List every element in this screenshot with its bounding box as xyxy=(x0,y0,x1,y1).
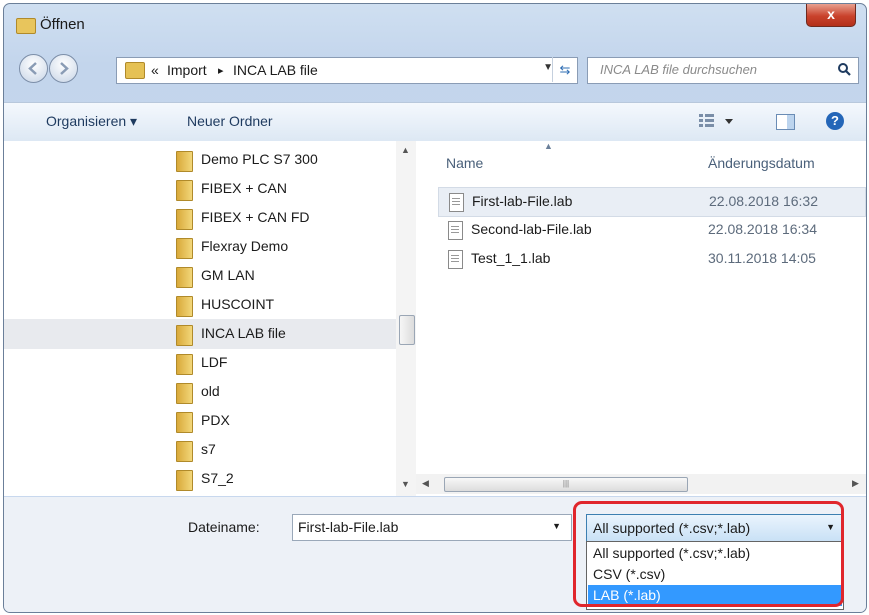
folder-icon xyxy=(125,62,145,79)
vertical-scrollbar[interactable]: ▲ ▼ xyxy=(396,141,416,496)
tree-item-folder[interactable]: GM LAN xyxy=(4,261,396,291)
tree-item-label: GM LAN xyxy=(201,267,255,283)
search-placeholder: INCA LAB file durchsuchen xyxy=(600,62,758,77)
address-overflow[interactable]: « xyxy=(151,62,159,78)
horizontal-scrollbar[interactable]: ◀ ||| ▶ xyxy=(416,474,866,494)
tree-item-label: FIBEX + CAN xyxy=(201,180,287,196)
scroll-up-icon[interactable]: ▲ xyxy=(401,145,410,155)
folder-icon xyxy=(176,470,193,491)
tree-item-folder[interactable]: HUSCOINT xyxy=(4,290,396,320)
tree-item-folder[interactable]: FIBEX + CAN xyxy=(4,174,396,204)
file-icon xyxy=(448,221,463,240)
tree-item-folder[interactable]: S7_2 xyxy=(4,464,396,494)
folder-icon xyxy=(176,151,193,172)
navigation-row: « Import ▸ INCA LAB file ▼ ⇆ INCA LAB fi… xyxy=(4,48,866,88)
tree-item-label: old xyxy=(201,383,220,399)
tree-item-folder[interactable]: Flexray Demo xyxy=(4,232,396,262)
back-button[interactable] xyxy=(19,54,48,83)
folder-icon xyxy=(16,18,36,34)
filename-field[interactable]: First-lab-File.lab ▼ xyxy=(292,514,572,541)
refresh-icon: ⇆ xyxy=(559,62,571,77)
column-header-date[interactable]: Änderungsdatum xyxy=(708,155,815,171)
tree-item-folder[interactable]: PDX xyxy=(4,406,396,436)
tree-item-label: Flexray Demo xyxy=(201,238,289,254)
tree-item-label: s7 xyxy=(201,441,216,457)
file-name: Second-lab-File.lab xyxy=(471,221,592,237)
view-list-icon xyxy=(699,114,733,127)
filename-label: Dateiname: xyxy=(188,519,260,535)
command-bar: Organisieren ▾ Neuer Ordner ? xyxy=(4,102,866,142)
breadcrumb-import[interactable]: Import xyxy=(167,62,207,78)
address-bar[interactable]: « Import ▸ INCA LAB file ▼ xyxy=(116,57,578,84)
search-icon[interactable] xyxy=(837,62,852,77)
file-row[interactable]: Test_1_1.lab 30.11.2018 14:05 xyxy=(438,245,864,273)
file-icon xyxy=(448,250,463,269)
search-input[interactable]: INCA LAB file durchsuchen xyxy=(587,57,859,84)
close-button[interactable]: x xyxy=(806,4,856,27)
filename-value[interactable]: First-lab-File.lab xyxy=(298,519,398,535)
tree-item-label: Demo PLC S7 300 xyxy=(201,151,318,167)
file-date: 22.08.2018 16:32 xyxy=(709,193,818,209)
window-title: Öffnen xyxy=(40,16,85,33)
tree-item-folder[interactable]: s7 xyxy=(4,435,396,465)
file-row[interactable]: Second-lab-File.lab 22.08.2018 16:34 xyxy=(438,216,864,244)
help-icon[interactable]: ? xyxy=(826,112,844,130)
tree-item-label: INCA LAB file xyxy=(201,325,286,341)
forward-button[interactable] xyxy=(49,54,78,83)
breadcrumb-inca-lab-file[interactable]: INCA LAB file xyxy=(233,62,318,78)
file-row[interactable]: First-lab-File.lab 22.08.2018 16:32 xyxy=(438,187,866,217)
tree-item-folder[interactable]: FIBEX + CAN FD xyxy=(4,203,396,233)
folder-icon xyxy=(176,441,193,462)
tree-item-label: PDX xyxy=(201,412,230,428)
tree-item-label: FIBEX + CAN FD xyxy=(201,209,310,225)
scroll-thumb[interactable]: ||| xyxy=(444,477,688,492)
arrow-right-icon xyxy=(60,62,69,75)
folder-icon xyxy=(176,354,193,375)
file-icon xyxy=(449,193,464,212)
folder-icon xyxy=(176,296,193,317)
title-bar: Öffnen x xyxy=(4,4,866,44)
scroll-down-icon[interactable]: ▼ xyxy=(401,479,410,489)
sort-up-icon: ▲ xyxy=(544,141,553,151)
column-header-name[interactable]: Name xyxy=(446,155,483,171)
file-list-pane: ▲ Name Änderungsdatum First-lab-File.lab… xyxy=(416,141,866,496)
tree-item-label: S7_2 xyxy=(201,470,234,486)
file-name: First-lab-File.lab xyxy=(472,193,573,209)
tree-item-label: LDF xyxy=(201,354,228,370)
scroll-left-icon[interactable]: ◀ xyxy=(422,478,429,489)
tree-item-folder[interactable]: LDF xyxy=(4,348,396,378)
folder-icon xyxy=(176,383,193,404)
folder-icon xyxy=(176,412,193,433)
refresh-button[interactable]: ⇆ xyxy=(552,57,577,82)
tree-item-folder[interactable]: Demo PLC S7 300 xyxy=(4,145,396,175)
tree-item-label: HUSCOINT xyxy=(201,296,275,312)
file-name: Test_1_1.lab xyxy=(471,250,551,266)
tree-item-folder[interactable]: old xyxy=(4,377,396,407)
arrow-left-icon xyxy=(28,62,37,75)
organize-button[interactable]: Organisieren ▾ xyxy=(46,113,137,130)
chevron-down-icon[interactable]: ▼ xyxy=(552,521,561,531)
new-folder-button[interactable]: Neuer Ordner xyxy=(187,113,273,129)
scroll-thumb[interactable] xyxy=(399,315,415,345)
folder-icon xyxy=(176,180,193,201)
folder-icon xyxy=(176,267,193,288)
breadcrumb-separator[interactable]: ▸ xyxy=(218,64,224,77)
file-date: 22.08.2018 16:34 xyxy=(708,221,817,237)
navigation-pane: Demo PLC S7 300 FIBEX + CAN FIBEX + CAN FD… xyxy=(4,141,417,496)
preview-pane-icon[interactable] xyxy=(776,114,795,130)
file-date: 30.11.2018 14:05 xyxy=(708,250,816,266)
highlight-annotation xyxy=(573,501,844,607)
tree-item-folder[interactable]: INCA LAB file xyxy=(4,319,396,349)
folder-icon xyxy=(176,209,193,230)
folder-icon xyxy=(176,325,193,346)
scroll-right-icon[interactable]: ▶ xyxy=(852,478,859,489)
view-options-button[interactable] xyxy=(699,113,739,132)
folder-icon xyxy=(176,238,193,259)
